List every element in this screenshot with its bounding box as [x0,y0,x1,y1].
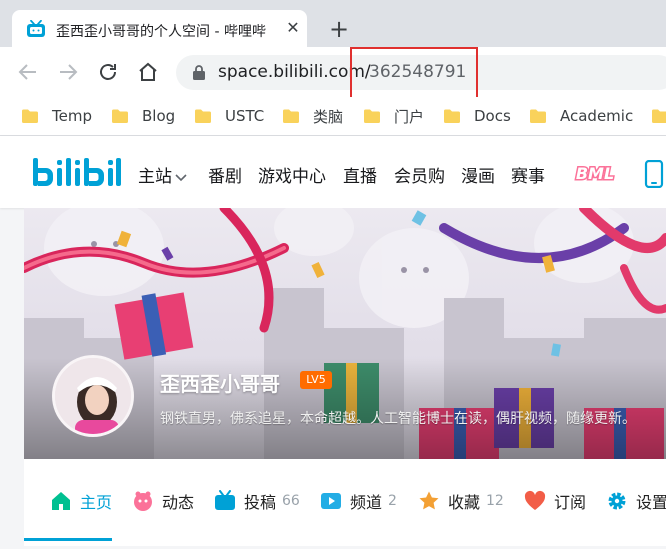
level-badge: LV5 [300,371,332,389]
tab-home[interactable]: 主页 [50,489,112,513]
video-icon [215,490,235,510]
tab-favorites[interactable]: 收藏 12 [418,489,504,513]
folder-icon [195,109,211,123]
folder-icon [530,109,546,123]
phone-icon[interactable] [644,160,666,188]
back-arrow-icon [18,64,36,80]
tab-count: 66 [282,493,300,509]
bookmark-label: Academic [560,107,634,125]
tab-channels[interactable]: 频道 2 [320,489,397,513]
folder-icon [444,109,460,123]
url-host: space.bilibili.com/ [218,62,371,82]
forward-button[interactable] [56,60,80,84]
back-button[interactable] [16,60,40,84]
active-tab-indicator [24,538,112,541]
tab-label: 收藏 [448,493,481,512]
nav-manga[interactable]: 漫画 [461,162,495,187]
username: 歪西歪小哥哥 [160,372,280,396]
bookmark-label: Blog [142,107,176,125]
new-tab-button[interactable]: + [328,17,350,41]
star-icon [419,491,439,510]
profile-tabs: 主页 动态 投稿 66 频道 2 收藏 12 订阅 设置 [24,459,666,546]
bookmark-label: 门户 [394,107,425,126]
folder-icon [364,109,380,123]
bookmark-leinao[interactable]: 类脑 [283,106,343,126]
heart-icon [524,490,546,510]
user-signature: 钢铁直男，佛系追星，本命超越。人工智能博士在读，偶肝视频，随缘更新。 [160,411,636,427]
bookmark-temp[interactable]: Temp [22,106,92,126]
tab-settings[interactable]: 设置 [606,489,666,513]
channel-icon [321,493,341,509]
bookmark-label: USTC [225,107,265,125]
nav-main-site[interactable]: 主站 [138,162,188,187]
forward-arrow-icon [60,64,78,80]
bookmark-label: 类脑 [313,107,344,126]
bookmark-label: Docs [474,107,511,125]
bookmark-ustc[interactable]: USTC [195,106,264,126]
bookmark-blog[interactable]: Blog [112,106,175,126]
gear-icon [608,492,626,510]
tab-label: 频道 [350,493,383,512]
tab-label: 投稿 [244,493,277,512]
bookmark-label: Temp [52,107,92,125]
chevron-down-icon [175,174,187,182]
nav-main-label: 主站 [138,167,172,187]
home-icon [139,62,157,81]
folder-icon [283,109,299,123]
lock-icon[interactable] [192,64,206,80]
home-tab-icon [52,492,70,510]
bilibili-logo[interactable] [30,152,122,192]
nav-mall[interactable]: 会员购 [394,162,445,187]
tab-count: 12 [486,493,504,509]
tab-title: 歪西歪小哥哥的个人空间 - 哔哩哔 [56,24,266,40]
reload-button[interactable] [96,60,120,84]
bilibili-tv-icon [27,20,45,37]
url-highlight-box [350,47,478,99]
nav-bangumi[interactable]: 番剧 [208,162,242,187]
browser-tab-strip: 歪西歪小哥哥的个人空间 - 哔哩哔 ✕ + [0,0,666,47]
nav-match[interactable]: 赛事 [511,162,545,187]
browser-toolbar: space.bilibili.com/ 362548791 [0,47,666,97]
tab-label: 设置 [636,493,666,512]
tab-subscriptions[interactable]: 订阅 [524,489,586,513]
browser-tab[interactable]: 歪西歪小哥哥的个人空间 - 哔哩哔 ✕ [12,10,307,47]
reload-icon [100,64,116,80]
tab-label: 主页 [80,493,113,512]
avatar[interactable] [52,355,134,437]
bookmark-docs[interactable]: Docs [444,106,511,126]
tab-dynamic[interactable]: 动态 [132,489,194,513]
dynamic-icon [134,491,152,511]
tab-label: 动态 [162,493,195,512]
home-button[interactable] [136,60,160,84]
folder-icon [22,109,38,123]
nav-game-center[interactable]: 游戏中心 [258,162,326,187]
bookmarks-bar: Temp Blog USTC 类脑 门户 Docs Academic [0,97,666,136]
folder-icon [112,109,128,123]
bookmark-academic[interactable]: Academic [530,106,633,126]
site-header: 主站 番剧 游戏中心 直播 会员购 漫画 赛事 BML [0,136,666,208]
svg-text:BML: BML [576,164,614,183]
folder-icon[interactable] [652,109,666,123]
tab-uploads[interactable]: 投稿 66 [214,489,300,513]
bookmark-menhu[interactable]: 门户 [364,106,424,126]
bml-logo[interactable]: BML [566,162,624,185]
tab-count: 2 [388,493,397,509]
tab-label: 订阅 [554,493,587,512]
nav-live[interactable]: 直播 [343,162,377,187]
close-tab-icon[interactable]: ✕ [284,19,302,37]
